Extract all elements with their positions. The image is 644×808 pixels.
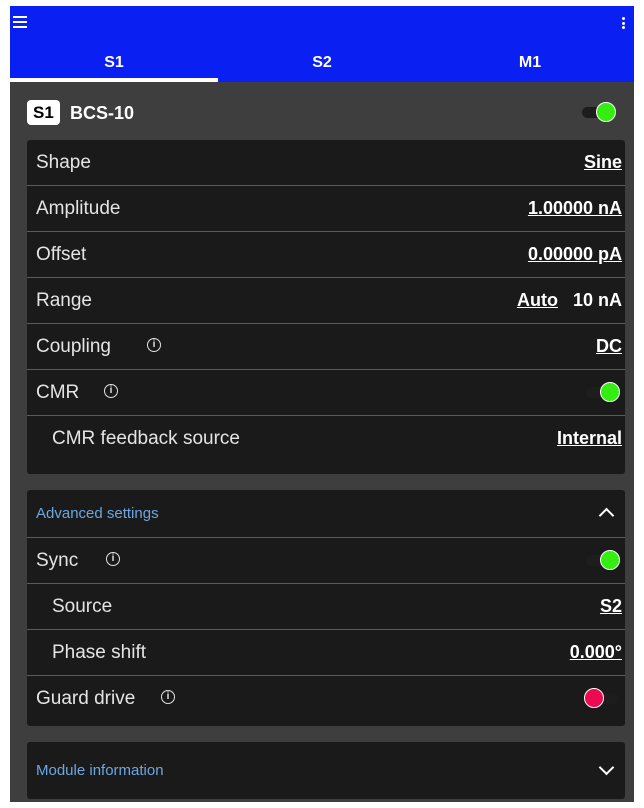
app-window: S1 S2 M1 S1 BCS-10 Shape Sine Amplitude … [10, 6, 634, 802]
guard-drive-row: Guard drive i [27, 675, 625, 721]
tab-m1[interactable]: M1 [426, 49, 634, 82]
device-title-row: S1 BCS-10 [10, 82, 634, 140]
phase-shift-value[interactable]: 0.000° [570, 630, 622, 675]
sync-row: Sync i [27, 537, 625, 583]
advanced-settings-header[interactable]: Advanced settings [27, 490, 625, 537]
sync-source-label: Source [52, 596, 113, 617]
tab-s2[interactable]: S2 [218, 49, 426, 82]
advanced-settings-title: Advanced settings [36, 505, 159, 522]
sync-label: Sync [36, 550, 79, 571]
guard-drive-info-icon[interactable]: i [161, 690, 175, 704]
device-enable-toggle[interactable] [580, 100, 618, 124]
guard-drive-label: Guard drive [36, 688, 136, 709]
range-value: 10 nA [572, 290, 622, 310]
tab-bar: S1 S2 M1 [10, 49, 634, 82]
sync-source-row: Source S2 [27, 583, 625, 629]
main-settings-card: Shape Sine Amplitude 1.00000 nA Offset 0… [27, 140, 625, 474]
shape-label: Shape [36, 152, 91, 173]
phase-shift-row: Phase shift 0.000° [27, 629, 625, 675]
offset-value[interactable]: 0.00000 pA [528, 232, 622, 277]
cmr-info-icon[interactable]: i [104, 384, 118, 398]
cmr-feedback-row: CMR feedback source Internal [27, 415, 625, 461]
cmr-toggle[interactable] [584, 380, 622, 404]
amplitude-label: Amplitude [36, 198, 121, 219]
coupling-label: Coupling [36, 336, 111, 357]
module-information-header[interactable]: Module information [27, 742, 625, 799]
device-name: BCS-10 [70, 103, 135, 123]
range-row: Range Auto 10 nA [27, 277, 625, 323]
offset-label: Offset [36, 244, 87, 265]
shape-value[interactable]: Sine [584, 140, 622, 185]
cmr-label: CMR [36, 382, 80, 403]
range-label: Range [36, 290, 92, 311]
source-badge: S1 [27, 100, 60, 125]
chevron-up-icon[interactable] [598, 507, 615, 524]
more-options-icon[interactable] [622, 17, 625, 29]
module-information-card: Module information [27, 742, 625, 799]
chevron-down-icon[interactable] [598, 759, 615, 776]
hamburger-menu-icon[interactable] [13, 16, 27, 28]
coupling-row: Coupling i DC [27, 323, 625, 369]
shape-row: Shape Sine [27, 140, 625, 185]
advanced-settings-card: Advanced settings Sync i Source S2 Phase… [27, 490, 625, 726]
cmr-feedback-value[interactable]: Internal [557, 416, 622, 461]
cmr-feedback-label: CMR feedback source [52, 428, 240, 449]
offset-row: Offset 0.00000 pA [27, 231, 625, 277]
cmr-row: CMR i [27, 369, 625, 415]
amplitude-row: Amplitude 1.00000 nA [27, 185, 625, 231]
range-mode-value[interactable]: Auto [517, 278, 558, 323]
app-bar: S1 S2 M1 [10, 6, 634, 82]
coupling-value[interactable]: DC [596, 324, 622, 369]
sync-source-value[interactable]: S2 [600, 584, 622, 629]
phase-shift-label: Phase shift [52, 642, 146, 663]
sync-info-icon[interactable]: i [106, 552, 120, 566]
module-information-title: Module information [36, 762, 164, 779]
amplitude-value[interactable]: 1.00000 nA [528, 186, 622, 231]
tab-s1[interactable]: S1 [10, 49, 218, 82]
guard-drive-toggle[interactable] [584, 686, 622, 710]
coupling-info-icon[interactable]: i [147, 338, 161, 352]
sync-toggle[interactable] [584, 548, 622, 572]
